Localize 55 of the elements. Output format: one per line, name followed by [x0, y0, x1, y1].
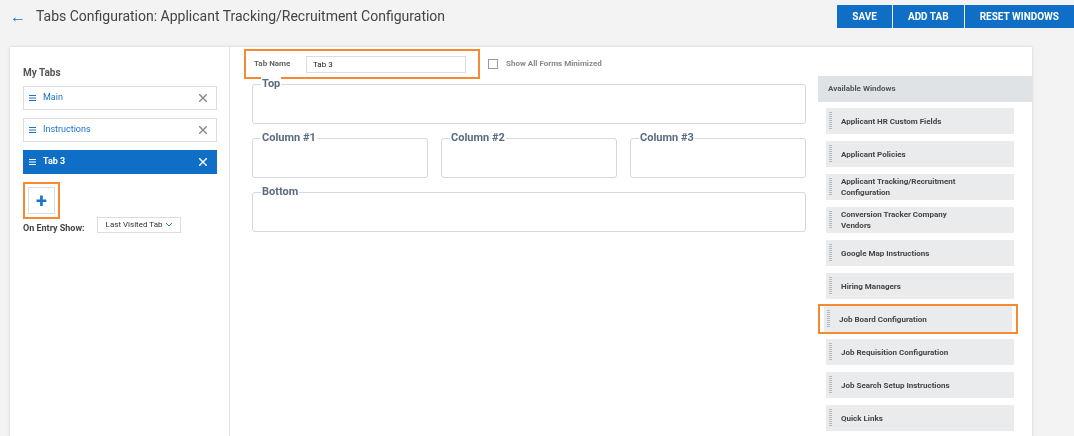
- window-label: Applicant Tracking/Recruitment Configuration: [841, 176, 957, 198]
- window-label: Applicant Policies: [841, 148, 906, 160]
- tab-name-field[interactable]: Tab 3: [306, 55, 466, 73]
- drag-handle-icon[interactable]: [829, 244, 832, 262]
- drag-handle-icon[interactable]: [829, 211, 832, 229]
- window-label: Applicant HR Custom Fields: [841, 115, 942, 127]
- window-label: Hiring Managers: [841, 280, 901, 292]
- close-icon[interactable]: [199, 126, 207, 134]
- window-item[interactable]: Conversion Tracker Company Vendors: [826, 207, 1014, 233]
- drag-handle-icon[interactable]: [829, 409, 832, 427]
- header-button[interactable]: SAVE: [837, 5, 892, 28]
- drag-handle-icon[interactable]: [827, 310, 830, 328]
- header-button[interactable]: RESET WINDOWS: [964, 5, 1074, 28]
- window-label: Conversion Tracker Company Vendors: [841, 209, 948, 231]
- chevron-icon: [166, 222, 173, 227]
- window-item[interactable]: Google Map Instructions: [826, 240, 1014, 266]
- window-item[interactable]: Applicant Policies: [826, 141, 1014, 167]
- window-label: Quick Links: [841, 412, 883, 424]
- header-button[interactable]: ADD TAB: [892, 5, 964, 28]
- tab-label: Tab 3: [43, 155, 66, 169]
- drag-handle-icon[interactable]: [829, 145, 832, 163]
- checkbox[interactable]: [488, 59, 498, 69]
- drag-handle-icon[interactable]: [829, 178, 832, 196]
- tab-item[interactable]: Instructions: [23, 118, 217, 142]
- close-icon[interactable]: [199, 94, 207, 102]
- zone-label: Top: [261, 77, 282, 91]
- drag-handle-icon[interactable]: [829, 112, 832, 130]
- back-arrow[interactable]: ←: [10, 4, 26, 29]
- checkbox-label: Show All Forms Minimized: [506, 58, 602, 70]
- panel-header: Available Windows: [818, 76, 1032, 102]
- window-label: Job Requisition Configuration: [841, 346, 949, 358]
- menu-icon[interactable]: [29, 95, 36, 101]
- drag-handle-icon[interactable]: [829, 376, 832, 394]
- drag-handle-icon[interactable]: [829, 277, 832, 295]
- section-title: My Tabs: [23, 66, 62, 80]
- tab-item[interactable]: Main: [23, 86, 217, 110]
- on-entry-label: On Entry Show:: [23, 222, 85, 235]
- add-button[interactable]: +: [28, 187, 55, 214]
- window-item[interactable]: Job Requisition Configuration: [826, 339, 1014, 365]
- window-item[interactable]: Hiring Managers: [826, 273, 1014, 299]
- window-item[interactable]: Job Search Setup Instructions: [826, 372, 1014, 398]
- page-title: Tabs Configuration: Applicant Tracking/Recruitment Configuration: [36, 7, 446, 26]
- window-label: Job Board Configuration: [839, 313, 927, 325]
- drag-handle-icon[interactable]: [829, 343, 832, 361]
- window-label: Google Map Instructions: [841, 247, 930, 259]
- tab-label: Main: [43, 91, 63, 105]
- on-entry-dropdown[interactable]: Last Visited Tab: [96, 216, 182, 233]
- tab-name-label: Tab Name: [254, 58, 292, 70]
- window-item[interactable]: Applicant HR Custom Fields: [826, 108, 1014, 134]
- window-item[interactable]: Quick Links: [826, 405, 1014, 431]
- menu-icon[interactable]: [29, 127, 36, 133]
- window-item[interactable]: Job Board Configuration: [824, 306, 1012, 332]
- tab-label: Instructions: [43, 123, 91, 137]
- window-label: Job Search Setup Instructions: [841, 379, 950, 391]
- window-item[interactable]: Applicant Tracking/Recruitment Configuration: [826, 174, 1014, 200]
